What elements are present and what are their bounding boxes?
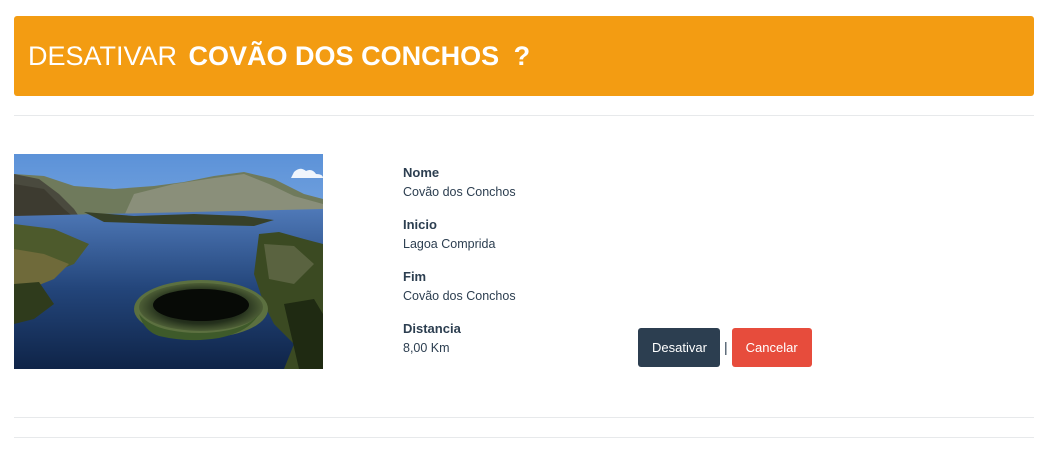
field-name: Nome Covão dos Conchos: [403, 165, 623, 217]
bottom-divider: [14, 417, 1034, 418]
title-route-name: COVÃO DOS CONCHOS: [188, 40, 500, 71]
page-title: DESATIVAR COVÃO DOS CONCHOS ?: [28, 41, 530, 72]
footer-divider: [14, 437, 1034, 438]
button-separator: |: [724, 339, 728, 355]
cancel-button[interactable]: Cancelar: [731, 328, 812, 367]
title-prefix: DESATIVAR: [28, 40, 178, 71]
field-value: 8,00 Km: [403, 341, 450, 355]
route-photo: [14, 154, 323, 369]
route-details: Nome Covão dos Conchos Inicio Lagoa Comp…: [403, 165, 623, 373]
title-question-mark: ?: [513, 40, 531, 71]
top-divider: [14, 115, 1034, 116]
field-value: Lagoa Comprida: [403, 237, 496, 251]
field-start: Inicio Lagoa Comprida: [403, 217, 623, 269]
field-end: Fim Covão dos Conchos: [403, 269, 623, 321]
field-label: Inicio: [403, 217, 437, 232]
action-bar: Desativar | Cancelar: [638, 328, 812, 367]
field-value: Covão dos Conchos: [403, 289, 516, 303]
field-label: Distancia: [403, 321, 461, 336]
field-label: Fim: [403, 269, 427, 284]
field-distance: Distancia 8,00 Km: [403, 321, 623, 373]
field-value: Covão dos Conchos: [403, 185, 516, 199]
page-header: DESATIVAR COVÃO DOS CONCHOS ?: [14, 16, 1034, 96]
deactivate-button[interactable]: Desativar: [638, 328, 720, 367]
field-label: Nome: [403, 165, 440, 180]
